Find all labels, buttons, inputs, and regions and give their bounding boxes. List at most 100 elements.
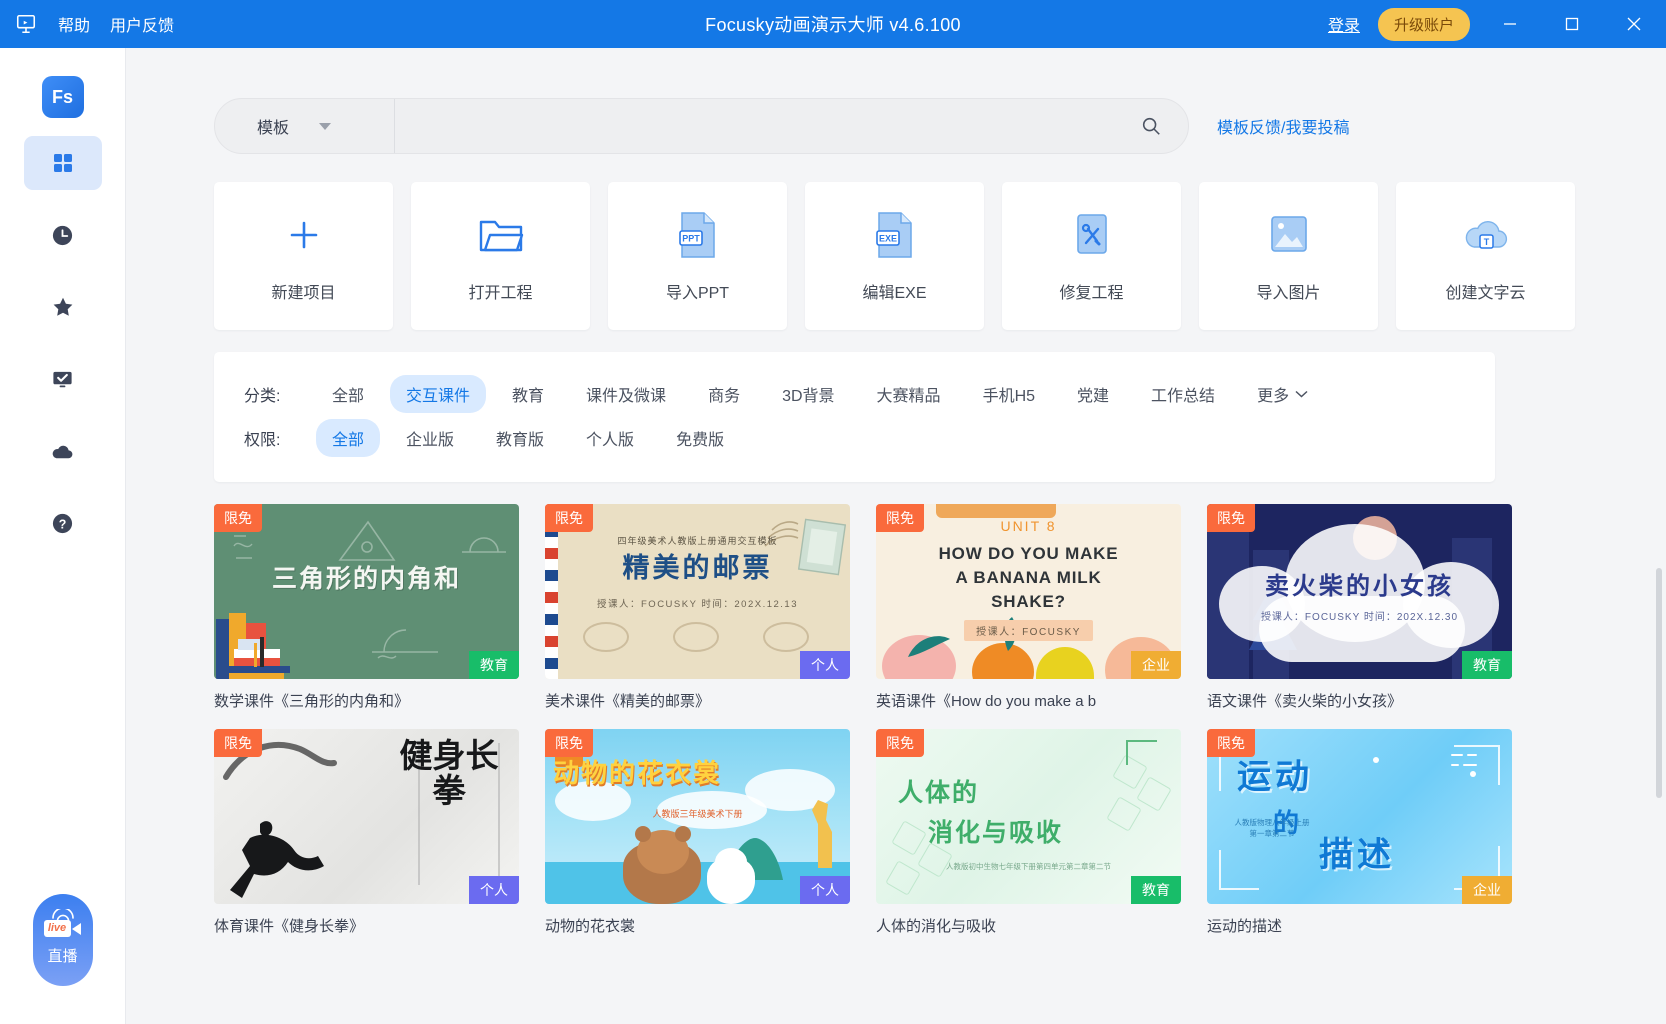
main-content: 模板 模板反馈/我要投稿 新建项目 打开工程 PPT 导入PPT EXE 编辑E… [126, 48, 1666, 1024]
template-thumbnail[interactable]: 四年级美术人教版上册通用交互模板 精美的邮票 授课人：FOCUSKY 时间：20… [545, 504, 850, 679]
template-thumbnail[interactable]: 卖火柴的小女孩 授课人：FOCUSKY 时间：202X.12.30 限免 教育 [1207, 504, 1512, 679]
thumbnail-title: 精美的邮票 [622, 553, 773, 583]
template-card[interactable]: 运动 的 描述 人教版物理八年级上册第一章第二节 限免 企业 运动的描述 [1207, 729, 1512, 936]
template-thumbnail[interactable]: 动物的花衣裳 人教版三年级美术下册 限免 个人 [545, 729, 850, 904]
template-card[interactable]: 卖火柴的小女孩 授课人：FOCUSKY 时间：202X.12.30 限免 教育 … [1207, 504, 1512, 711]
template-card[interactable]: 动物的花衣裳 人教版三年级美术下册 限免 个人 动物的花衣裳 [545, 729, 850, 936]
wrench-tools-icon [1072, 209, 1112, 261]
thumbnail-line2: 消化与吸收 [928, 819, 1064, 847]
category-chip-all[interactable]: 全部 [316, 375, 380, 413]
hex-decoration [891, 820, 927, 856]
permission-badge: 教育 [1131, 876, 1181, 904]
menu-help[interactable]: 帮助 [58, 12, 90, 36]
open-project-button[interactable]: 打开工程 [411, 182, 590, 330]
permission-chip-all[interactable]: 全部 [316, 419, 381, 457]
svg-text:PPT: PPT [682, 234, 700, 244]
seal-stamp [673, 622, 719, 652]
template-title: 数学课件《三角形的内角和》 [214, 693, 410, 710]
upgrade-account-button[interactable]: 升级账户 [1377, 7, 1470, 41]
seal-stamp [763, 622, 809, 652]
category-chip-education[interactable]: 教育 [496, 375, 560, 413]
template-title: 体育课件《健身长拳》 [214, 918, 365, 935]
search-icon[interactable] [1140, 115, 1188, 137]
permission-chip-free[interactable]: 免费版 [660, 419, 740, 457]
thumbnail-teacher-chip: 授课人：FOCUSKY [964, 620, 1093, 641]
category-chip-3d[interactable]: 3D背景 [766, 375, 850, 413]
template-thumbnail[interactable]: 人体的 消化与吸收 人教版初中生物七年级下册第四单元第二章第二节 限免 教育 [876, 729, 1181, 904]
category-chip-contest[interactable]: 大赛精品 [861, 375, 957, 413]
template-card[interactable]: 人体的 消化与吸收 人教版初中生物七年级下册第四单元第二章第二节 限免 教育 人… [876, 729, 1181, 936]
dashes-decoration [1451, 754, 1477, 766]
template-card[interactable]: 三角形的内角和 限免 教育 数学课件《三角形的内角和》 [214, 504, 519, 711]
corner-bracket-icon [1126, 740, 1157, 765]
category-chip-business[interactable]: 商务 [692, 375, 756, 413]
image-icon [1267, 209, 1311, 261]
sidebar-item-favorites[interactable] [24, 280, 102, 334]
action-label: 创建文字云 [1445, 285, 1526, 302]
sidebar-item-help[interactable]: ? [24, 496, 102, 550]
content-scrollbar[interactable] [1656, 568, 1662, 968]
action-cards: 新建项目 打开工程 PPT 导入PPT EXE 编辑EXE 修复工程 导入图片 … [126, 154, 1666, 330]
books-illustration [216, 613, 290, 679]
category-more-label: 更多 [1257, 388, 1290, 405]
action-label: 修复工程 [1059, 285, 1124, 302]
template-thumbnail[interactable]: 三角形的内角和 限免 教育 [214, 504, 519, 679]
limited-free-badge: 限免 [876, 504, 924, 532]
permission-badge: 教育 [1462, 651, 1512, 679]
template-card[interactable]: UNIT 8 HOW DO YOU MAKE A BANANA MILK SHA… [876, 504, 1181, 711]
live-broadcast-button[interactable]: live 直播 [32, 894, 93, 986]
template-thumbnail[interactable]: 运动 的 描述 人教版物理八年级上册第一章第二节 限免 企业 [1207, 729, 1512, 904]
hex-decoration [1136, 776, 1172, 812]
permission-chip-personal[interactable]: 个人版 [570, 419, 650, 457]
category-chip-courseware[interactable]: 课件及微课 [570, 375, 682, 413]
category-more-button[interactable]: 更多 [1241, 375, 1324, 413]
template-feedback-link[interactable]: 模板反馈/我要投稿 [1217, 114, 1349, 138]
template-title: 动物的花衣裳 [545, 918, 636, 935]
menu-user-feedback[interactable]: 用户反馈 [110, 12, 174, 36]
close-icon[interactable] [1612, 4, 1656, 44]
template-title: 语文课件《卖火柴的小女孩》 [1207, 693, 1403, 710]
category-filter-row: 分类: 全部 交互课件 教育 课件及微课 商务 3D背景 大赛精品 手机H5 党… [214, 372, 1495, 416]
search-input[interactable] [395, 99, 1140, 153]
template-title: 运动的描述 [1207, 918, 1283, 935]
permission-chip-enterprise[interactable]: 企业版 [390, 419, 470, 457]
bear-ear [635, 826, 651, 842]
edit-exe-button[interactable]: EXE 编辑EXE [805, 182, 984, 330]
minimize-icon[interactable] [1488, 4, 1532, 44]
sidebar-item-recent[interactable] [24, 208, 102, 262]
template-card[interactable]: 四年级美术人教版上册通用交互模板 精美的邮票 授课人：FOCUSKY 时间：20… [545, 504, 850, 711]
search-category-dropdown[interactable]: 模板 [215, 99, 395, 153]
login-link[interactable]: 登录 [1328, 12, 1360, 36]
template-title: 美术课件《精美的邮票》 [545, 693, 711, 710]
sidebar-item-my-projects[interactable] [24, 352, 102, 406]
new-project-button[interactable]: 新建项目 [214, 182, 393, 330]
permission-chip-education[interactable]: 教育版 [480, 419, 560, 457]
puppy-head [715, 848, 747, 876]
category-chip-party[interactable]: 党建 [1061, 375, 1125, 413]
category-chip-h5[interactable]: 手机H5 [967, 375, 1051, 413]
limited-free-badge: 限免 [214, 729, 262, 757]
clock-icon [51, 224, 74, 247]
template-thumbnail[interactable]: 健身长拳 限免 个人 [214, 729, 519, 904]
sidebar: Fs ? live 直播 [0, 48, 126, 1024]
maximize-icon[interactable] [1550, 4, 1594, 44]
category-chip-worksummary[interactable]: 工作总结 [1135, 375, 1231, 413]
sidebar-item-templates[interactable] [23, 136, 102, 190]
permission-badge: 个人 [800, 651, 850, 679]
create-word-cloud-button[interactable]: T 创建文字云 [1396, 182, 1575, 330]
import-image-button[interactable]: 导入图片 [1199, 182, 1378, 330]
permission-badge: 个人 [800, 876, 850, 904]
sidebar-item-cloud[interactable] [24, 424, 102, 478]
action-label: 编辑EXE [862, 285, 927, 302]
dot-decoration [1373, 757, 1379, 763]
plus-icon [283, 209, 325, 261]
template-card[interactable]: 健身长拳 限免 个人 体育课件《健身长拳》 [214, 729, 519, 936]
scrollbar-thumb[interactable] [1656, 568, 1662, 798]
template-title: 人体的消化与吸收 [876, 918, 997, 935]
limited-free-badge: 限免 [876, 729, 924, 757]
permission-filter-label: 权限: [244, 432, 281, 449]
category-chip-interactive[interactable]: 交互课件 [390, 375, 487, 413]
repair-project-button[interactable]: 修复工程 [1002, 182, 1181, 330]
template-thumbnail[interactable]: UNIT 8 HOW DO YOU MAKE A BANANA MILK SHA… [876, 504, 1181, 679]
import-ppt-button[interactable]: PPT 导入PPT [608, 182, 787, 330]
